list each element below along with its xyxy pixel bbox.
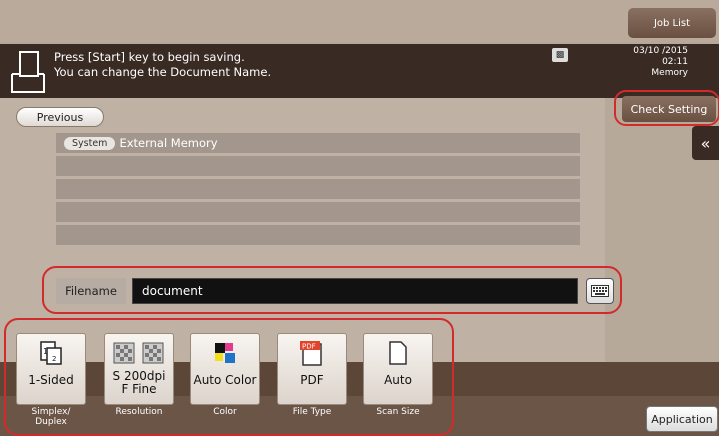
destination-path-list: System External Memory	[56, 133, 580, 248]
date-text: 03/10 /2015	[633, 46, 688, 56]
system-tag: System	[64, 136, 116, 150]
save-document-icon	[11, 51, 45, 93]
previous-button[interactable]: Previous	[16, 107, 104, 127]
memory-device-icon: ▩	[552, 48, 568, 62]
path-row	[56, 179, 580, 199]
top-band	[0, 0, 719, 42]
date-time-readout: 03/10 /2015 02:11 Memory	[610, 46, 688, 79]
instruction-message: Press [Start] key to begin saving. You c…	[54, 50, 271, 80]
keyboard-button[interactable]	[586, 278, 614, 304]
message-line-2: You can change the Document Name.	[54, 65, 272, 79]
filename-input[interactable]: document	[132, 278, 578, 304]
message-bar: Press [Start] key to begin saving. You c…	[0, 44, 719, 98]
screen: Job List Press [Start] key to begin savi…	[0, 0, 719, 436]
filename-label: Filename	[56, 278, 126, 304]
path-row	[56, 202, 580, 222]
time-text: 02:11	[662, 57, 688, 67]
path-row[interactable]: System External Memory	[56, 133, 580, 153]
job-list-button[interactable]: Job List	[628, 8, 716, 38]
keyboard-icon	[591, 285, 609, 297]
application-button[interactable]: Application	[646, 406, 718, 432]
check-setting-button[interactable]: Check Setting	[622, 96, 716, 122]
settings-highlight	[4, 318, 454, 436]
message-line-1: Press [Start] key to begin saving.	[54, 50, 245, 64]
collapse-panel-button[interactable]: «	[692, 126, 719, 160]
path-location: External Memory	[119, 136, 218, 150]
path-row	[56, 225, 580, 245]
path-row	[56, 156, 580, 176]
memory-text: Memory	[651, 68, 688, 78]
